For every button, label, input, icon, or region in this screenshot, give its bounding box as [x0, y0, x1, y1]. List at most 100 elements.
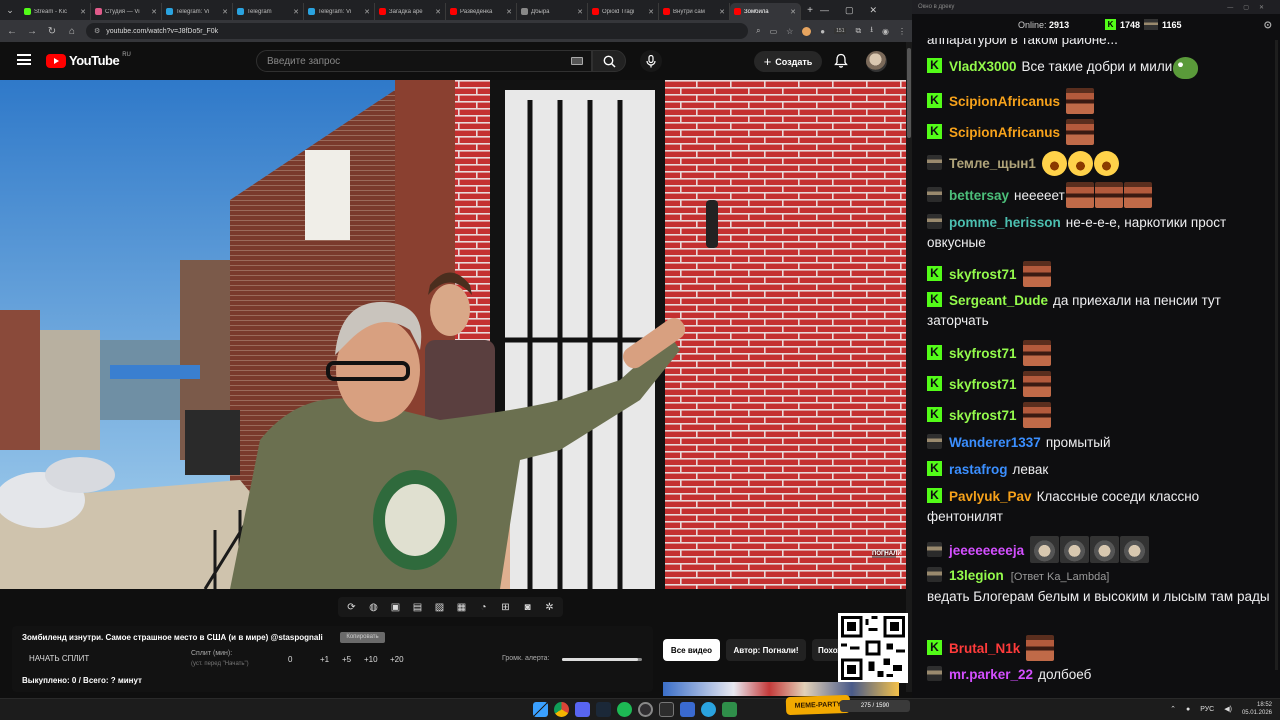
settings-gear-icon[interactable]: ✲ [542, 600, 557, 614]
chat-username[interactable]: ScipionAfricanus [949, 94, 1060, 109]
search-page-icon[interactable]: ⌕ [756, 26, 760, 36]
chat-scrollbar[interactable] [1275, 40, 1278, 670]
chat-username[interactable]: Brutal_N1k [949, 641, 1020, 656]
tab-close-icon[interactable]: ✕ [719, 8, 725, 16]
keyboard-icon[interactable] [571, 57, 583, 65]
copy-button[interactable]: Копировать [340, 632, 385, 643]
tab-close-icon[interactable]: ✕ [435, 8, 441, 16]
browser-tab[interactable]: Студия — Vi ✕ [91, 3, 162, 20]
chat-username[interactable]: VladX3000 [949, 59, 1017, 74]
start-icon[interactable] [533, 702, 548, 717]
chat-username[interactable]: skyfrost71 [949, 346, 1017, 361]
tab-close-icon[interactable]: ✕ [790, 8, 796, 16]
split-plus-20-button[interactable]: +20 [390, 655, 404, 664]
minimize-icon[interactable]: — [820, 5, 829, 15]
discord-icon[interactable] [575, 702, 590, 717]
clock[interactable]: 18:52 05.01.2026 [1242, 701, 1272, 717]
menu-icon[interactable] [17, 54, 31, 65]
account-avatar[interactable] [866, 51, 887, 72]
film-icon[interactable]: ▦ [454, 600, 469, 614]
browser-tab[interactable]: Telegram: Vi ✕ [162, 3, 233, 20]
browser-tab[interactable]: Stream - Kic ✕ [20, 3, 91, 20]
forward-icon[interactable]: → [26, 26, 38, 37]
volume-icon[interactable]: ◀) [1224, 705, 1232, 713]
start-split-button[interactable]: НАЧАТЬ СПЛИТ [29, 654, 89, 663]
back-icon[interactable]: ← [6, 26, 18, 37]
browser-menu-icon[interactable]: ⋮ [898, 27, 906, 36]
close-window-icon[interactable]: ✕ [870, 5, 878, 16]
cast-icon[interactable]: ▭ [770, 27, 778, 36]
bookmark-star-icon[interactable]: ☆ [786, 27, 793, 36]
chat-username[interactable]: ScipionAfricanus [949, 125, 1060, 140]
tab-close-icon[interactable]: ✕ [80, 8, 86, 16]
chat-username[interactable]: skyfrost71 [949, 377, 1017, 392]
extension-icon[interactable]: ● [820, 27, 825, 36]
reload-icon[interactable]: ↻ [46, 26, 58, 37]
tab-close-icon[interactable]: ✕ [364, 8, 370, 16]
loop-icon[interactable]: ⟳ [344, 600, 359, 614]
chat-username[interactable]: skyfrost71 [949, 267, 1017, 282]
tray-expand-icon[interactable]: ⌃ [1170, 705, 1176, 713]
author-button[interactable]: Автор: Погнали! [726, 639, 806, 661]
chat-window-controls[interactable]: —▢✕ [1227, 4, 1274, 11]
tab-close-icon[interactable]: ✕ [648, 8, 654, 16]
search-input[interactable]: Введите запрос [256, 50, 592, 72]
create-button[interactable]: + Создать [754, 51, 822, 72]
tab-close-icon[interactable]: ✕ [151, 8, 157, 16]
chat-username[interactable]: Темле_щын1 [949, 156, 1036, 171]
related-video-thumbnails[interactable] [663, 682, 899, 696]
chat-username[interactable]: rastafrog [949, 462, 1008, 477]
all-videos-button[interactable]: Все видео [663, 639, 720, 661]
add-box-icon[interactable]: ⊞ [498, 600, 513, 614]
media-player-icon[interactable] [680, 702, 695, 717]
browser-tab[interactable]: Разведенка ✕ [446, 3, 517, 20]
language-indicator[interactable]: РУС [1200, 706, 1214, 713]
telegram-icon[interactable] [701, 702, 716, 717]
browser-tab[interactable]: Дбыра ✕ [517, 3, 588, 20]
screen-icon[interactable]: ▣ [388, 600, 403, 614]
reply-reference[interactable]: [Ответ Ka_Lambda] [1011, 571, 1110, 583]
voice-search-button[interactable] [640, 50, 662, 72]
tab-close-icon[interactable]: ✕ [506, 8, 512, 16]
chat-username[interactable]: Pavlyuk_Pav [949, 489, 1032, 504]
url-field[interactable]: ⚙ youtube.com/watch?v=J8fDo5r_F0k [86, 23, 749, 39]
site-info-icon[interactable]: ⚙ [94, 27, 100, 35]
app-icon[interactable] [659, 702, 674, 717]
clapper-icon[interactable]: ▤ [410, 600, 425, 614]
obs-icon[interactable] [638, 702, 653, 717]
speed-icon[interactable]: ◔ [476, 600, 491, 614]
tab-close-icon[interactable]: ✕ [222, 8, 228, 16]
new-tab-button[interactable]: + [801, 5, 819, 16]
chat-username[interactable]: mr.parker_22 [949, 667, 1033, 682]
table-app-icon[interactable] [722, 702, 737, 717]
stream-counter[interactable]: 275 / 1590 [840, 700, 910, 712]
split-plus-5-button[interactable]: +5 [342, 655, 351, 664]
spotify-icon[interactable] [617, 702, 632, 717]
tab-close-icon[interactable]: ✕ [577, 8, 583, 16]
chat-username[interactable]: Wanderer1337 [949, 435, 1041, 450]
browser-tab[interactable]: Загадка аре ✕ [375, 3, 446, 20]
browser-tab[interactable]: Telegram ✕ [233, 3, 304, 20]
extensions-puzzle-icon[interactable]: ⧉ [855, 26, 861, 36]
chrome-icon[interactable] [554, 702, 569, 717]
notifications-bell-icon[interactable] [834, 53, 848, 68]
alert-volume-slider[interactable] [562, 658, 642, 661]
chat-username[interactable]: 13legion [949, 568, 1004, 583]
browser-tab[interactable]: Внутри сам ✕ [659, 3, 730, 20]
search-button[interactable] [592, 50, 626, 72]
extension-orange-icon[interactable] [802, 26, 812, 36]
browser-tab[interactable]: Opioid Tragi ✕ [588, 3, 659, 20]
download-icon[interactable]: ⭳ [870, 24, 873, 38]
profile-icon[interactable]: ◉ [882, 27, 889, 36]
audio-icon[interactable]: ◍ [366, 600, 381, 614]
picture-icon[interactable]: ▨ [432, 600, 447, 614]
chat-username[interactable]: pomme_herisson [949, 215, 1061, 230]
split-plus-1-button[interactable]: +1 [320, 655, 329, 664]
maximize-icon[interactable]: ▢ [845, 5, 854, 16]
camera-icon[interactable]: ◙ [520, 600, 535, 614]
split-plus-10-button[interactable]: +10 [364, 655, 378, 664]
tab-search-icon[interactable]: ⌄ [0, 0, 20, 20]
video-player[interactable]: ПОГНАЛИ [0, 80, 906, 589]
chat-username[interactable]: Sergeant_Dude [949, 293, 1048, 308]
browser-tab[interactable]: Telegram: Vi ✕ [304, 3, 375, 20]
